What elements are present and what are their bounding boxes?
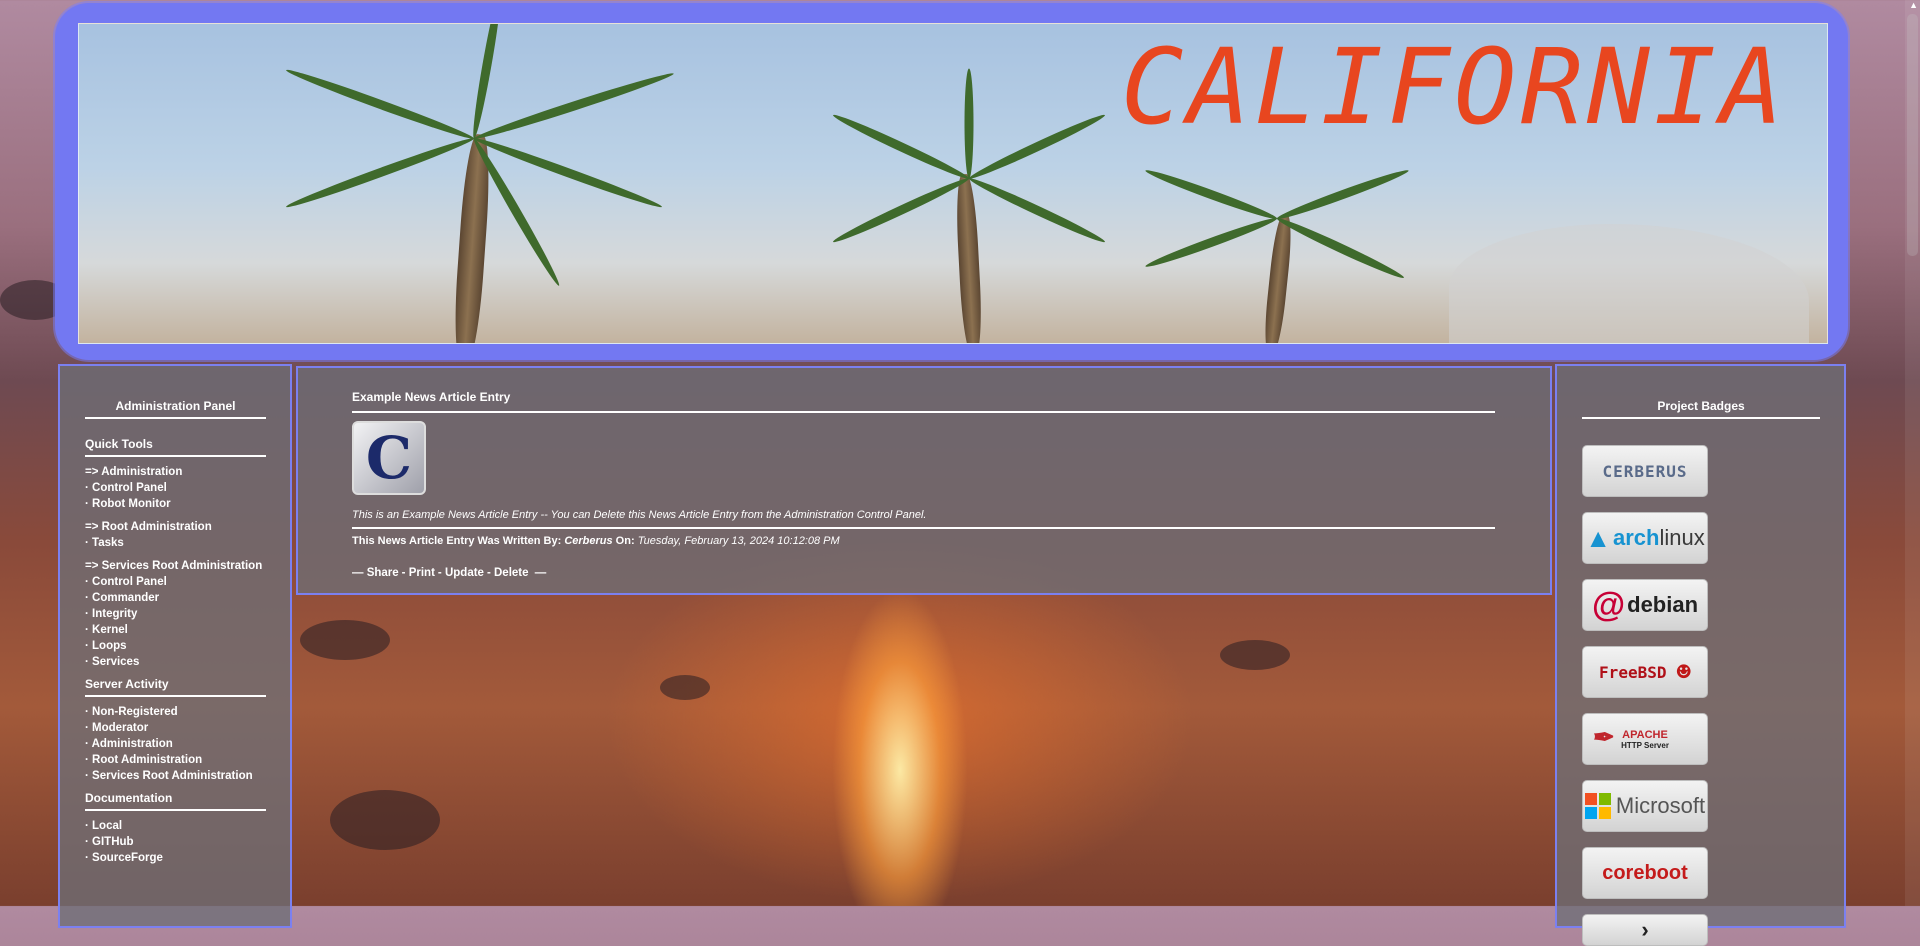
article-byline: This News Article Entry Was Written By: … (352, 535, 1495, 547)
palm-frond (284, 65, 476, 143)
actions-separator: - (437, 567, 442, 579)
debian-badge[interactable]: @ debian (1582, 579, 1708, 631)
section-title-quick-tools: Quick Tools (85, 437, 266, 457)
freebsd-badge[interactable]: FreeBSD ☻ (1582, 646, 1708, 698)
banner-title: CALIFORNIA (1120, 26, 1787, 148)
palm-frond (469, 24, 505, 140)
palm-frond (1275, 214, 1406, 282)
update-link[interactable]: Update (445, 567, 484, 579)
doc-link-local[interactable]: · Local (85, 818, 266, 834)
freebsd-daemon-icon: ☻ (1676, 658, 1691, 686)
activity-link-root-administration[interactable]: · Root Administration (85, 752, 266, 768)
menu-link-loops[interactable]: · Loops (85, 638, 266, 654)
menu-link-root-administration[interactable]: => Root Administration (85, 519, 266, 535)
share-link[interactable]: Share (367, 567, 399, 579)
project-badges: Project Badges CERBERUS ▲ arch linux @ de… (1582, 399, 1820, 946)
menu-link-robot-monitor[interactable]: · Robot Monitor (85, 496, 266, 512)
left-panel: Administration Panel Quick Tools => Admi… (58, 364, 292, 928)
apache-feather-icon: ✒ (1593, 722, 1615, 752)
actions-separator: - (401, 567, 406, 579)
article-author: Cerberus (564, 535, 613, 547)
administration-panel: Administration Panel Quick Tools => Admi… (85, 399, 266, 866)
news-article: Example News Article Entry C This is an … (352, 390, 1495, 579)
arch-logo-icon: ▲ (1585, 522, 1611, 553)
archlinux-badge-label-a: arch (1613, 525, 1660, 550)
background-rock (1220, 640, 1290, 670)
menu-link-kernel[interactable]: · Kernel (85, 622, 266, 638)
panel-header: Administration Panel (85, 399, 266, 419)
byline-prefix: This News Article Entry Was Written By: (352, 535, 562, 547)
palm-frond (1143, 166, 1279, 223)
freebsd-badge-label: FreeBSD (1599, 662, 1667, 682)
activity-link-services-root-administration[interactable]: · Services Root Administration (85, 768, 266, 784)
archlinux-badge-label-b: linux (1659, 525, 1705, 550)
byline-on-label: On: (615, 535, 635, 547)
right-panel: Project Badges CERBERUS ▲ arch linux @ de… (1555, 364, 1846, 946)
article-actions: — Share - Print - Update - Delete — (352, 567, 1495, 579)
menu-link-administration[interactable]: => Administration (85, 464, 266, 480)
cerberus-badge-label: CERBERUS (1602, 461, 1688, 481)
doc-link-sourceforge[interactable]: · SourceForge (85, 850, 266, 866)
scroll-up-arrow-icon[interactable]: ▲ (1909, 0, 1918, 10)
palm-frond (967, 174, 1107, 246)
chevron-right-icon: › (1641, 917, 1649, 942)
article-title: Example News Article Entry (352, 390, 1495, 413)
palm-frond (967, 111, 1107, 183)
news-article-panel: Example News Article Entry C This is an … (296, 366, 1552, 595)
debian-swirl-icon: @ (1591, 585, 1626, 624)
palm-trunk (954, 173, 984, 343)
section-title-documentation: Documentation (85, 791, 266, 811)
coreboot-badge[interactable]: coreboot (1582, 847, 1708, 899)
activity-link-moderator[interactable]: · Moderator (85, 720, 266, 736)
article-description: This is an Example News Article Entry --… (352, 509, 1495, 529)
archlinux-badge[interactable]: ▲ arch linux (1582, 512, 1708, 564)
scrollbar-thumb[interactable] (1907, 14, 1918, 256)
palm-frond (831, 174, 971, 246)
banner-mountain (1449, 224, 1809, 343)
background-rock (660, 675, 710, 700)
palm-frond (831, 111, 971, 183)
palm-frond (1143, 214, 1279, 271)
doc-link-github[interactable]: · GITHub (85, 834, 266, 850)
actions-trail-dash: — (534, 567, 547, 579)
menu-link-integrity[interactable]: · Integrity (85, 606, 266, 622)
palm-frond (1275, 166, 1411, 223)
microsoft-badge[interactable]: Microsoft (1582, 780, 1708, 832)
microsoft-logo-icon (1584, 793, 1611, 819)
palm-frond (472, 69, 676, 143)
section-title-server-activity: Server Activity (85, 677, 266, 697)
actions-separator: - (486, 567, 491, 579)
activity-link-administration[interactable]: · Administration (85, 736, 266, 752)
menu-link-services-control-panel[interactable]: · Control Panel (85, 574, 266, 590)
partial-badge[interactable]: › (1582, 914, 1708, 946)
delete-link[interactable]: Delete (494, 567, 529, 579)
article-logo: C (352, 421, 426, 495)
palm-frond (472, 134, 664, 212)
menu-link-services-root-administration[interactable]: => Services Root Administration (85, 558, 266, 574)
menu-link-commander[interactable]: · Commander (85, 590, 266, 606)
banner-image: CALIFORNIA (78, 23, 1828, 344)
apache-badge-label: APACHE (1622, 728, 1668, 741)
activity-link-non-registered[interactable]: · Non-Registered (85, 704, 266, 720)
apache-badge-sublabel: HTTP Server (1621, 740, 1669, 750)
menu-link-tasks[interactable]: · Tasks (85, 535, 266, 551)
cerberus-badge[interactable]: CERBERUS (1582, 445, 1708, 497)
print-link[interactable]: Print (409, 567, 435, 579)
debian-badge-label: debian (1627, 592, 1699, 617)
article-date: Tuesday, February 13, 2024 10:12:08 PM (637, 535, 840, 547)
menu-link-services[interactable]: · Services (85, 654, 266, 670)
menu-link-control-panel[interactable]: · Control Panel (85, 480, 266, 496)
actions-lead-dash: — (352, 567, 364, 579)
background-rock (300, 620, 390, 660)
background-rock (330, 790, 440, 850)
palm-frond (964, 68, 974, 179)
palm-frond (284, 134, 476, 212)
panel-header: Project Badges (1582, 399, 1820, 419)
coreboot-badge-label: coreboot (1602, 861, 1688, 884)
apache-badge[interactable]: ✒ APACHE HTTP Server (1582, 713, 1708, 765)
palm-trunk (1261, 213, 1295, 343)
microsoft-badge-label: Microsoft (1615, 793, 1706, 818)
